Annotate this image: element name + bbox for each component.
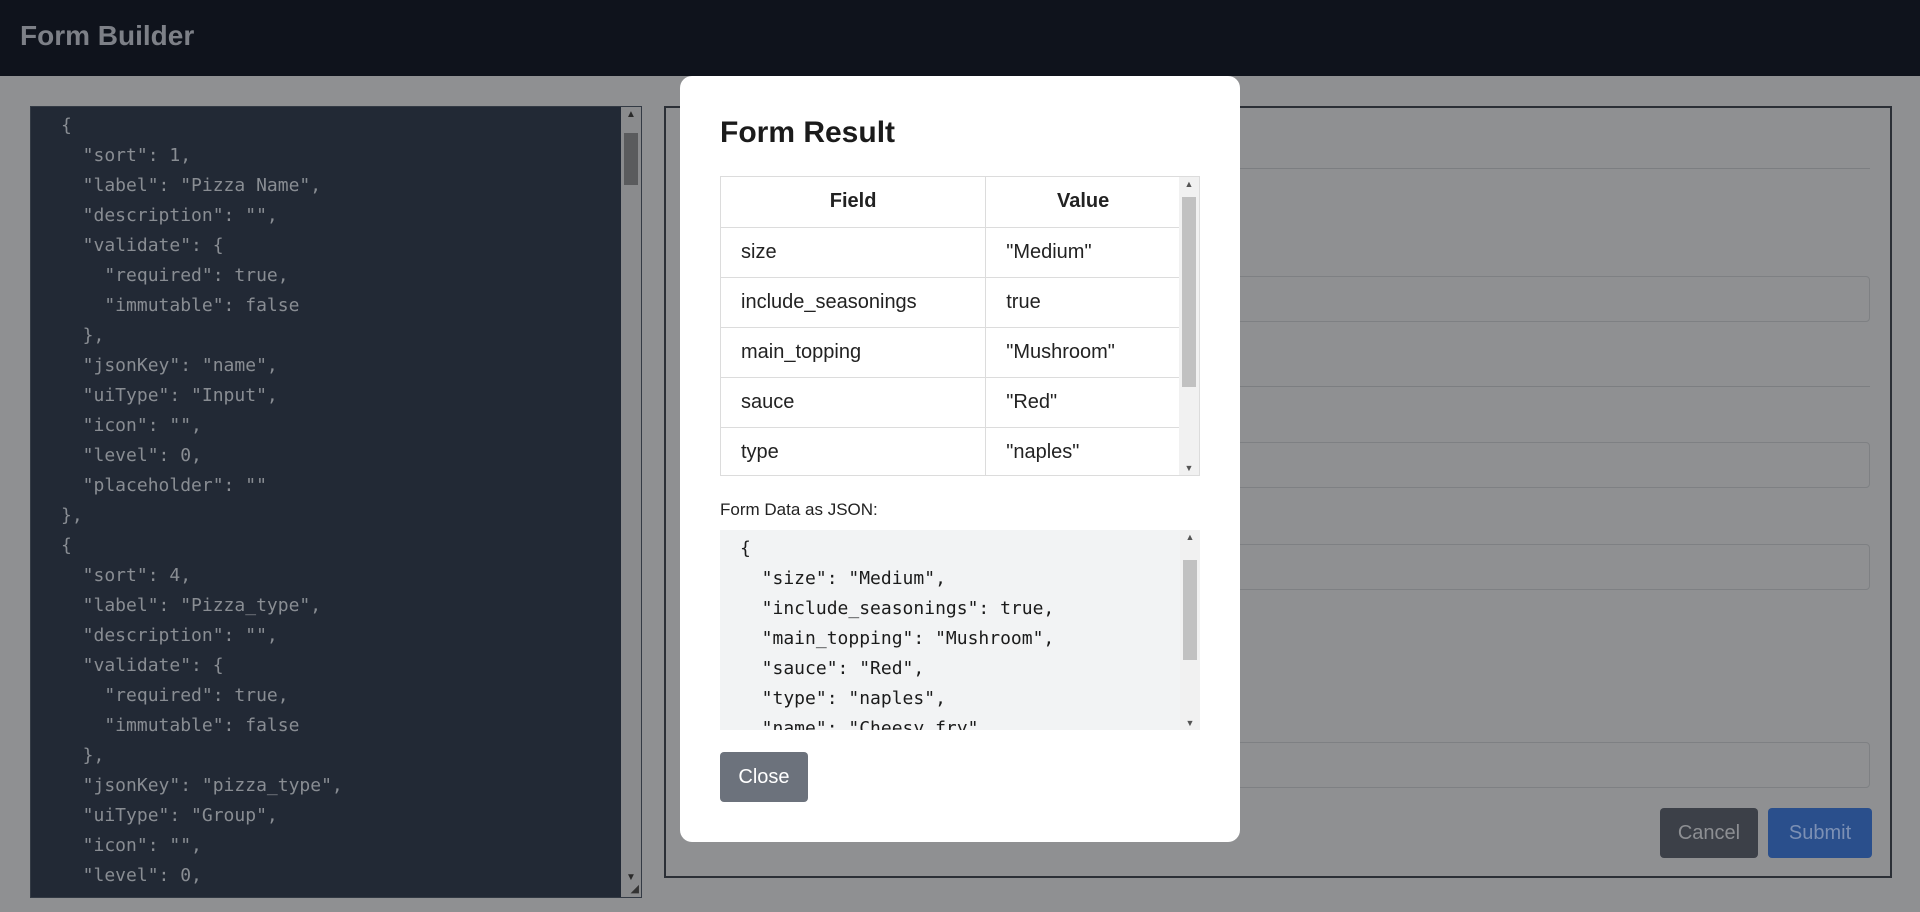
modal-title: Form Result: [720, 116, 896, 149]
json-output-text: { "size": "Medium", "include_seasonings"…: [740, 538, 1055, 730]
table-row: include_seasonings true: [721, 277, 1181, 328]
json-editor-code[interactable]: { "sort": 1, "label": "Pizza Name", "des…: [61, 111, 343, 897]
table-row: sauce "Red": [721, 377, 1181, 428]
table-header-row: Field Value: [721, 177, 1181, 228]
json-scroll-thumb[interactable]: [1183, 560, 1197, 660]
table-scrollbar[interactable]: ▲ ▼: [1179, 177, 1199, 475]
value-cell: "Mushroom": [985, 327, 1181, 378]
editor-scroll-thumb[interactable]: [624, 133, 638, 185]
json-output-box[interactable]: { "size": "Medium", "include_seasonings"…: [720, 530, 1200, 730]
column-header-value: Value: [985, 177, 1181, 228]
editor-scrollbar[interactable]: ▲ ▼: [621, 107, 641, 897]
value-cell: true: [985, 277, 1181, 328]
scroll-up-icon[interactable]: ▲: [626, 109, 636, 120]
value-cell: "naples": [985, 427, 1181, 475]
value-cell: "Red": [985, 377, 1181, 428]
resize-handle-icon[interactable]: ◢: [631, 882, 639, 895]
result-table: Field Value size "Medium" include_season…: [721, 177, 1181, 475]
table-row: main_topping "Mushroom": [721, 327, 1181, 378]
field-cell: size: [721, 227, 987, 278]
json-section-label: Form Data as JSON:: [720, 500, 878, 519]
field-cell: main_topping: [721, 327, 987, 378]
app-title: Form Builder: [20, 20, 195, 51]
scroll-down-icon[interactable]: ▼: [1180, 718, 1200, 728]
close-button[interactable]: Close: [720, 752, 808, 802]
value-cell: "Medium": [985, 227, 1181, 278]
table-scroll-thumb[interactable]: [1182, 197, 1196, 387]
scroll-down-icon[interactable]: ▼: [1179, 463, 1199, 473]
field-cell: include_seasonings: [721, 277, 987, 328]
table-row: size "Medium": [721, 227, 1181, 278]
cancel-button[interactable]: Cancel: [1660, 808, 1758, 858]
json-editor[interactable]: { "sort": 1, "label": "Pizza Name", "des…: [30, 106, 642, 898]
column-header-field: Field: [721, 177, 987, 228]
result-table-container[interactable]: Field Value size "Medium" include_season…: [720, 176, 1200, 476]
field-cell: sauce: [721, 377, 987, 428]
scroll-up-icon[interactable]: ▲: [1179, 179, 1199, 189]
scroll-up-icon[interactable]: ▲: [1180, 532, 1200, 542]
table-row: type "naples": [721, 427, 1181, 475]
top-bar: Form Builder: [0, 0, 1920, 76]
field-cell: type: [721, 427, 987, 475]
form-result-modal: Form Result Field Value size "Medium" in…: [680, 76, 1240, 842]
submit-button[interactable]: Submit: [1768, 808, 1872, 858]
json-scrollbar[interactable]: ▲ ▼: [1180, 530, 1200, 730]
